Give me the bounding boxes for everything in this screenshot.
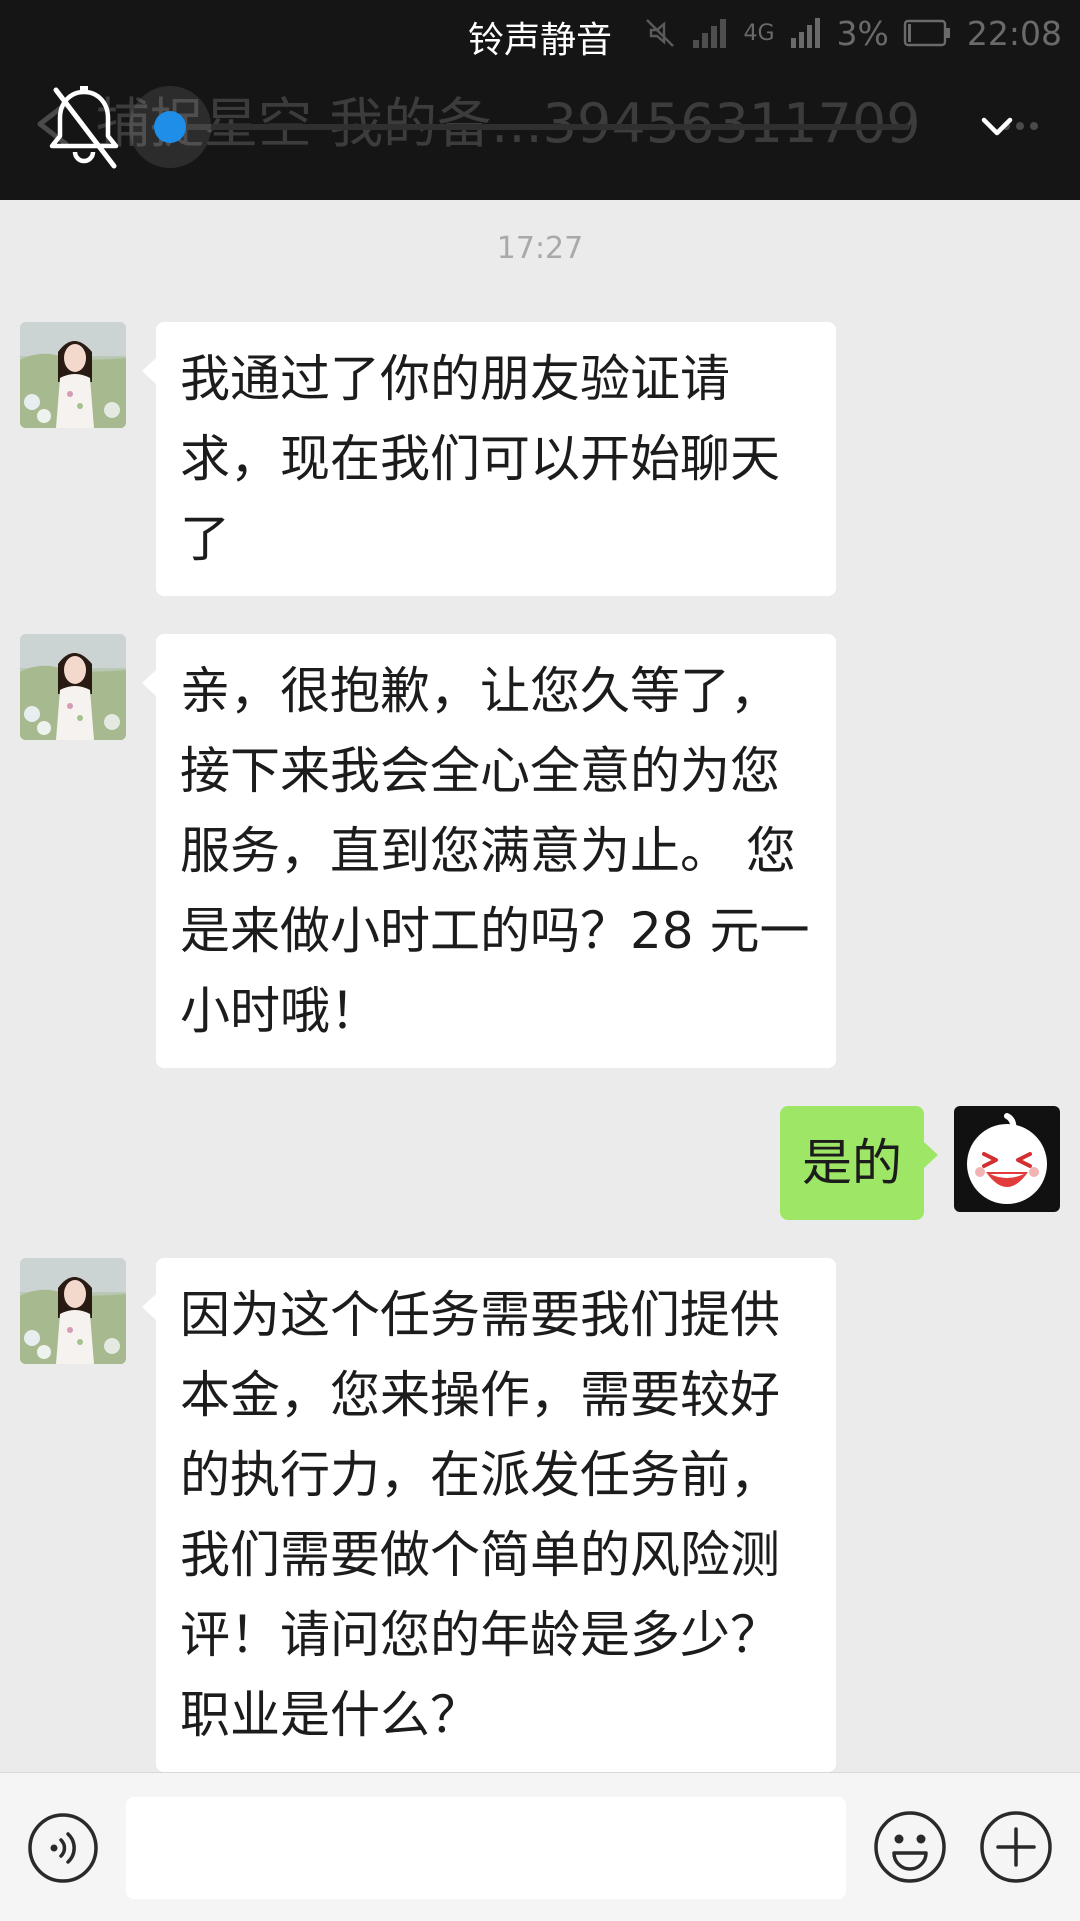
contact-avatar[interactable] [20, 634, 126, 740]
input-bar [0, 1772, 1080, 1921]
message-text: 亲，很抱歉，让您久等了，接下来我会全心全意的为您服务，直到您满意为止。 您是来做… [180, 662, 810, 1040]
message-text: 是的 [802, 1134, 902, 1192]
incoming-message-bubble[interactable]: 因为这个任务需要我们提供本金，您来操作，需要较好的执行力，在派发任务前，我们需要… [142, 1258, 836, 1772]
ringer-mode-title: 铃声静音 [467, 20, 612, 61]
message-text: 因为这个任务需要我们提供本金，您来操作，需要较好的执行力，在派发任务前，我们需要… [180, 1286, 780, 1744]
incoming-message-bubble[interactable]: 亲，很抱歉，让您久等了，接下来我会全心全意的为您服务，直到您满意为止。 您是来做… [142, 634, 836, 1068]
voice-icon[interactable] [26, 1811, 100, 1885]
message-text: 我通过了你的朋友验证请求，现在我们可以开始聊天了 [180, 350, 780, 568]
top-bar: 4G 3% 22:08 铃声静音 捕捉星空 我的备...39456311709 [0, 0, 1080, 200]
volume-slider[interactable] [168, 124, 910, 130]
plus-icon[interactable] [978, 1809, 1054, 1885]
bell-off-icon[interactable] [44, 84, 124, 170]
contact-avatar[interactable] [20, 322, 126, 428]
volume-slider-knob[interactable] [154, 111, 186, 143]
emoji-icon[interactable] [872, 1809, 948, 1885]
message-timestamp: 17:27 [496, 231, 584, 266]
outgoing-message-bubble[interactable]: 是的 [780, 1106, 938, 1220]
my-avatar[interactable] [954, 1106, 1060, 1212]
chevron-down-icon[interactable] [980, 116, 1014, 138]
contact-avatar[interactable] [20, 1258, 126, 1364]
incoming-message-bubble[interactable]: 我通过了你的朋友验证请求，现在我们可以开始聊天了 [142, 322, 836, 596]
message-input[interactable] [126, 1797, 846, 1899]
